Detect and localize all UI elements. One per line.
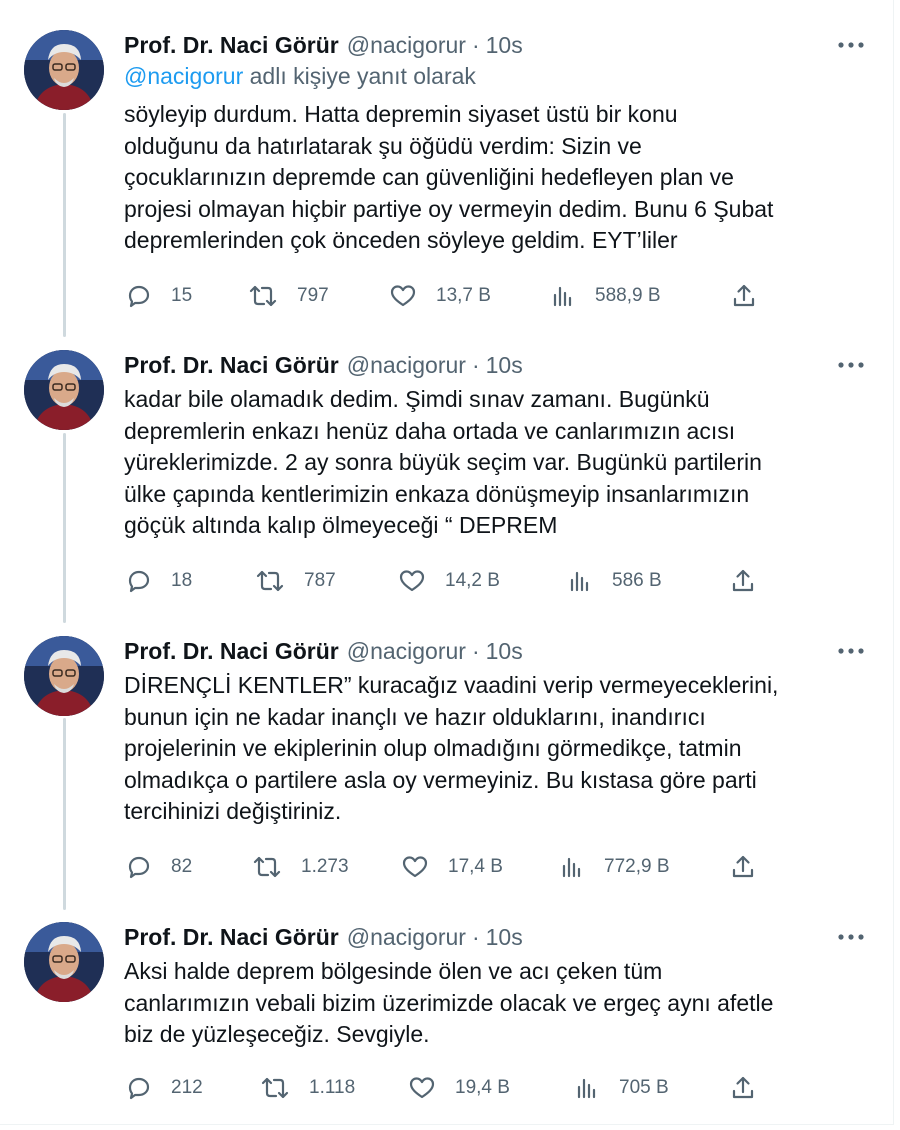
- tweet-actions: 15 797 13,7 B 588,9 B: [126, 281, 766, 311]
- tweet-text: söyleyip durdum. Hatta depremin siyaset …: [124, 101, 774, 254]
- more-options-icon[interactable]: [836, 32, 866, 58]
- separator: ·: [471, 351, 480, 378]
- author-handle[interactable]: @nacigorur: [347, 638, 466, 665]
- retweet-button[interactable]: 787: [255, 566, 336, 596]
- retweet-button[interactable]: 797: [248, 281, 329, 311]
- timestamp[interactable]: 10s: [486, 924, 523, 951]
- tweet-text: DİRENÇLİ KENTLER” kuracağız vaadini veri…: [124, 672, 779, 825]
- author-name[interactable]: Prof. Dr. Naci Görür: [124, 638, 339, 665]
- retweet-button[interactable]: 1.118: [260, 1073, 355, 1103]
- like-button[interactable]: 19,4 B: [408, 1073, 510, 1103]
- share-button[interactable]: [730, 852, 756, 882]
- tweet-header: Prof. Dr. Naci Görür @nacigorur · 10s: [124, 922, 523, 952]
- reply-button[interactable]: 15: [126, 281, 192, 311]
- reply-context: @nacigorur adlı kişiye yanıt olarak: [124, 63, 476, 90]
- heart-icon: [402, 856, 428, 878]
- heart-icon: [409, 1077, 435, 1099]
- tweet-header: Prof. Dr. Naci Görür @nacigorur · 10s: [124, 636, 523, 666]
- share-icon: [733, 284, 755, 307]
- timestamp[interactable]: 10s: [486, 638, 523, 665]
- author-name[interactable]: Prof. Dr. Naci Görür: [124, 352, 339, 379]
- timestamp[interactable]: 10s: [486, 32, 523, 59]
- like-button[interactable]: 17,4 B: [401, 852, 503, 882]
- retweet-count: 1.118: [309, 1077, 356, 1098]
- author-handle[interactable]: @nacigorur: [347, 924, 466, 951]
- reply-button[interactable]: 212: [126, 1073, 203, 1103]
- more-options-icon[interactable]: [836, 638, 866, 664]
- heart-icon: [390, 285, 416, 307]
- views-count: 772,9 B: [604, 856, 670, 877]
- retweet-count: 787: [304, 570, 336, 591]
- tweet-text: kadar bile olamadık dedim. Şimdi sınav z…: [124, 386, 762, 539]
- views-button[interactable]: 588,9 B: [550, 281, 661, 311]
- tweet-thread: Prof. Dr. Naci Görür @nacigorur · 10s @n…: [0, 0, 894, 1125]
- thread-line: [63, 433, 66, 623]
- analytics-icon: [577, 1078, 596, 1099]
- retweet-icon: [253, 856, 281, 878]
- author-name[interactable]: Prof. Dr. Naci Görür: [124, 32, 339, 59]
- reply-icon: [128, 856, 150, 879]
- thread-line: [63, 113, 66, 337]
- like-count: 17,4 B: [448, 856, 503, 877]
- analytics-icon: [562, 857, 581, 878]
- views-button[interactable]: 705 B: [574, 1073, 669, 1103]
- reply-count: 212: [171, 1077, 203, 1098]
- tweet-actions: 18 787 14,2 B 586 B: [126, 566, 766, 596]
- like-count: 19,4 B: [455, 1077, 510, 1098]
- share-icon: [732, 855, 754, 878]
- reply-count: 82: [171, 856, 193, 877]
- retweet-count: 1.273: [301, 856, 349, 877]
- like-count: 13,7 B: [436, 285, 491, 306]
- author-handle[interactable]: @nacigorur: [347, 32, 466, 59]
- retweet-icon: [261, 1077, 289, 1099]
- share-button[interactable]: [730, 566, 756, 596]
- like-count: 14,2 B: [445, 570, 500, 591]
- separator: ·: [471, 31, 480, 58]
- tweet-text: Aksi halde deprem bölgesinde ölen ve acı…: [124, 958, 774, 1048]
- analytics-icon: [570, 571, 589, 592]
- thread-line: [63, 718, 66, 910]
- avatar[interactable]: [24, 30, 104, 110]
- author-name[interactable]: Prof. Dr. Naci Görür: [124, 924, 339, 951]
- separator: ·: [471, 923, 480, 950]
- retweet-icon: [249, 285, 277, 307]
- reply-context-text: adlı kişiye yanıt olarak: [243, 63, 476, 89]
- reply-count: 18: [171, 570, 193, 591]
- reply-mention-link[interactable]: @nacigorur: [124, 63, 243, 89]
- avatar[interactable]: [24, 636, 104, 716]
- views-button[interactable]: 772,9 B: [559, 852, 670, 882]
- share-icon: [732, 1076, 754, 1099]
- views-count: 588,9 B: [595, 285, 661, 306]
- retweet-icon: [256, 570, 284, 592]
- tweet-header: Prof. Dr. Naci Görür @nacigorur · 10s: [124, 350, 523, 380]
- views-count: 705 B: [619, 1077, 669, 1098]
- retweet-count: 797: [297, 285, 329, 306]
- more-options-icon[interactable]: [836, 924, 866, 950]
- like-button[interactable]: 13,7 B: [389, 281, 491, 311]
- views-count: 586 B: [612, 570, 662, 591]
- retweet-button[interactable]: 1.273: [252, 852, 349, 882]
- timestamp[interactable]: 10s: [486, 352, 523, 379]
- reply-button[interactable]: 82: [126, 852, 192, 882]
- share-button[interactable]: [731, 281, 757, 311]
- share-button[interactable]: [730, 1073, 756, 1103]
- analytics-icon: [553, 286, 572, 307]
- like-button[interactable]: 14,2 B: [398, 566, 500, 596]
- avatar[interactable]: [24, 350, 104, 430]
- reply-button[interactable]: 18: [126, 566, 192, 596]
- tweet-header: Prof. Dr. Naci Görür @nacigorur · 10s: [124, 30, 523, 60]
- tweet-actions: 212 1.118 19,4 B 705 B: [126, 1073, 766, 1103]
- more-options-icon[interactable]: [836, 352, 866, 378]
- author-handle[interactable]: @nacigorur: [347, 352, 466, 379]
- views-button[interactable]: 586 B: [567, 566, 662, 596]
- reply-count: 15: [171, 285, 193, 306]
- reply-icon: [128, 285, 150, 308]
- reply-icon: [128, 1077, 150, 1100]
- share-icon: [732, 569, 754, 592]
- reply-icon: [128, 570, 150, 593]
- heart-icon: [399, 570, 425, 592]
- tweet-actions: 82 1.273 17,4 B 772,9 B: [126, 852, 766, 882]
- avatar[interactable]: [24, 922, 104, 1002]
- separator: ·: [471, 637, 480, 664]
